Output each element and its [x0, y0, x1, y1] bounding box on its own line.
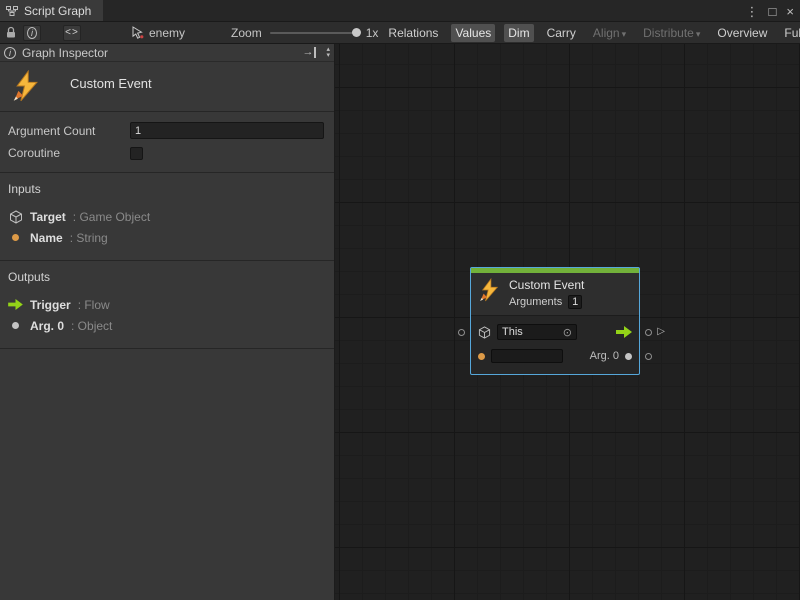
- target-port[interactable]: [458, 329, 465, 336]
- window-close-icon[interactable]: ×: [786, 5, 794, 18]
- argument-count-input[interactable]: [130, 122, 324, 139]
- panel-scrubber[interactable]: ▴ ▾: [326, 47, 330, 59]
- node-arguments-field[interactable]: 1: [568, 295, 582, 309]
- info-icon: i: [27, 27, 37, 39]
- node-row-target: This ⊙: [478, 322, 632, 342]
- zoom-slider[interactable]: [270, 32, 358, 34]
- chevron-down-icon: ▾: [622, 29, 627, 39]
- trigger-flow-arrow-icon[interactable]: [616, 326, 632, 338]
- output-row-arg0: Arg. 0 : Object: [8, 315, 326, 336]
- script-graph-window: Script Graph ⋮ □ × i <> enemy: [0, 0, 800, 600]
- scrub-down-icon: ▾: [326, 53, 330, 59]
- window-maximize-icon[interactable]: □: [769, 5, 777, 18]
- trigger-port-triangle-icon: ▷: [657, 327, 665, 337]
- node-body: This ⊙ Arg. 0: [471, 316, 639, 374]
- graph-inspector-panel: i Graph Inspector → ▴ ▾ Custom Event Arg…: [0, 44, 335, 600]
- outputs-section: Outputs Trigger : Flow Arg. 0 : Object: [0, 261, 334, 349]
- game-object-cube-icon: [8, 210, 23, 224]
- target-value: This: [502, 326, 523, 338]
- flow-arrow-icon: [8, 299, 23, 310]
- coroutine-row: Coroutine: [8, 146, 324, 160]
- graph-inspector-title: Graph Inspector: [22, 46, 108, 60]
- node-header[interactable]: Custom Event Arguments 1: [471, 273, 639, 316]
- graph-inspector-header: i Graph Inspector → ▴ ▾: [0, 44, 334, 62]
- graph-pointer-icon: [131, 26, 144, 39]
- object-port-icon: [8, 322, 23, 329]
- input-row-target: Target : Game Object: [8, 206, 326, 227]
- zoom-control: Zoom 1x: [231, 26, 378, 40]
- event-name-input[interactable]: [491, 349, 563, 363]
- lock-icon[interactable]: [5, 25, 17, 41]
- code-icon: <>: [65, 27, 79, 38]
- window-menu-icon[interactable]: ⋮: [746, 5, 759, 18]
- argument-count-row: Argument Count: [8, 122, 324, 139]
- event-settings: Argument Count Coroutine: [0, 112, 334, 173]
- outputs-title: Outputs: [8, 270, 326, 284]
- node-row-arg0: Arg. 0: [478, 346, 632, 366]
- coroutine-label: Coroutine: [8, 146, 130, 160]
- inputs-section: Inputs Target : Game Object Name : Strin…: [0, 173, 334, 261]
- graph-breadcrumb: enemy: [131, 26, 185, 40]
- object-port-icon[interactable]: [625, 353, 632, 360]
- argument-count-label: Argument Count: [8, 124, 130, 138]
- coroutine-checkbox[interactable]: [130, 147, 143, 160]
- carry-button[interactable]: Carry: [543, 24, 580, 42]
- object-picker-icon[interactable]: ⊙: [563, 326, 572, 339]
- node-arguments-label: Arguments: [509, 296, 562, 308]
- input-row-name: Name : String: [8, 227, 326, 248]
- event-header: Custom Event: [0, 62, 334, 112]
- window-titlebar: Script Graph ⋮ □ ×: [0, 0, 800, 22]
- distribute-dropdown[interactable]: Distribute▾: [639, 24, 704, 42]
- custom-event-icon: [12, 70, 42, 102]
- trigger-port[interactable]: [645, 329, 652, 336]
- toolbar-buttons: Relations Values Dim Carry Align▾ Distri…: [384, 24, 800, 42]
- node-title: Custom Event: [509, 278, 584, 292]
- string-port-icon: [8, 234, 23, 241]
- dim-button[interactable]: Dim: [504, 24, 533, 42]
- code-preview-button[interactable]: <>: [63, 25, 81, 41]
- target-dropdown[interactable]: This ⊙: [497, 324, 577, 340]
- relations-button[interactable]: Relations: [384, 24, 442, 42]
- output-row-trigger: Trigger : Flow: [8, 294, 326, 315]
- script-graph-icon: [6, 5, 18, 17]
- node-custom-event[interactable]: Custom Event Arguments 1: [470, 267, 640, 375]
- info-icon: i: [4, 47, 16, 59]
- game-object-cube-icon: [478, 326, 491, 339]
- graph-toolbar: i <> enemy Zoom 1x Relations Values Dim …: [0, 22, 800, 44]
- zoom-label: Zoom: [231, 26, 262, 40]
- inputs-title: Inputs: [8, 182, 326, 196]
- graph-canvas[interactable]: Custom Event Arguments 1: [335, 44, 800, 600]
- tab-script-graph[interactable]: Script Graph: [0, 0, 103, 21]
- custom-event-icon: [479, 278, 501, 302]
- inspect-toggle-button[interactable]: i: [23, 25, 41, 41]
- align-dropdown[interactable]: Align▾: [589, 24, 630, 42]
- overview-button[interactable]: Overview: [713, 24, 771, 42]
- string-port-icon[interactable]: [478, 353, 485, 360]
- zoom-slider-handle[interactable]: [352, 28, 361, 37]
- tab-title: Script Graph: [24, 4, 91, 18]
- arg0-port[interactable]: [645, 353, 652, 360]
- values-button[interactable]: Values: [451, 24, 495, 42]
- graph-name-label: enemy: [149, 26, 185, 40]
- full-screen-button[interactable]: Full Screen: [780, 24, 800, 42]
- event-title: Custom Event: [70, 76, 152, 91]
- chevron-down-icon: ▾: [696, 29, 701, 39]
- arg0-label: Arg. 0: [590, 350, 619, 362]
- dock-panel-icon[interactable]: →: [302, 47, 316, 58]
- zoom-value: 1x: [366, 26, 379, 40]
